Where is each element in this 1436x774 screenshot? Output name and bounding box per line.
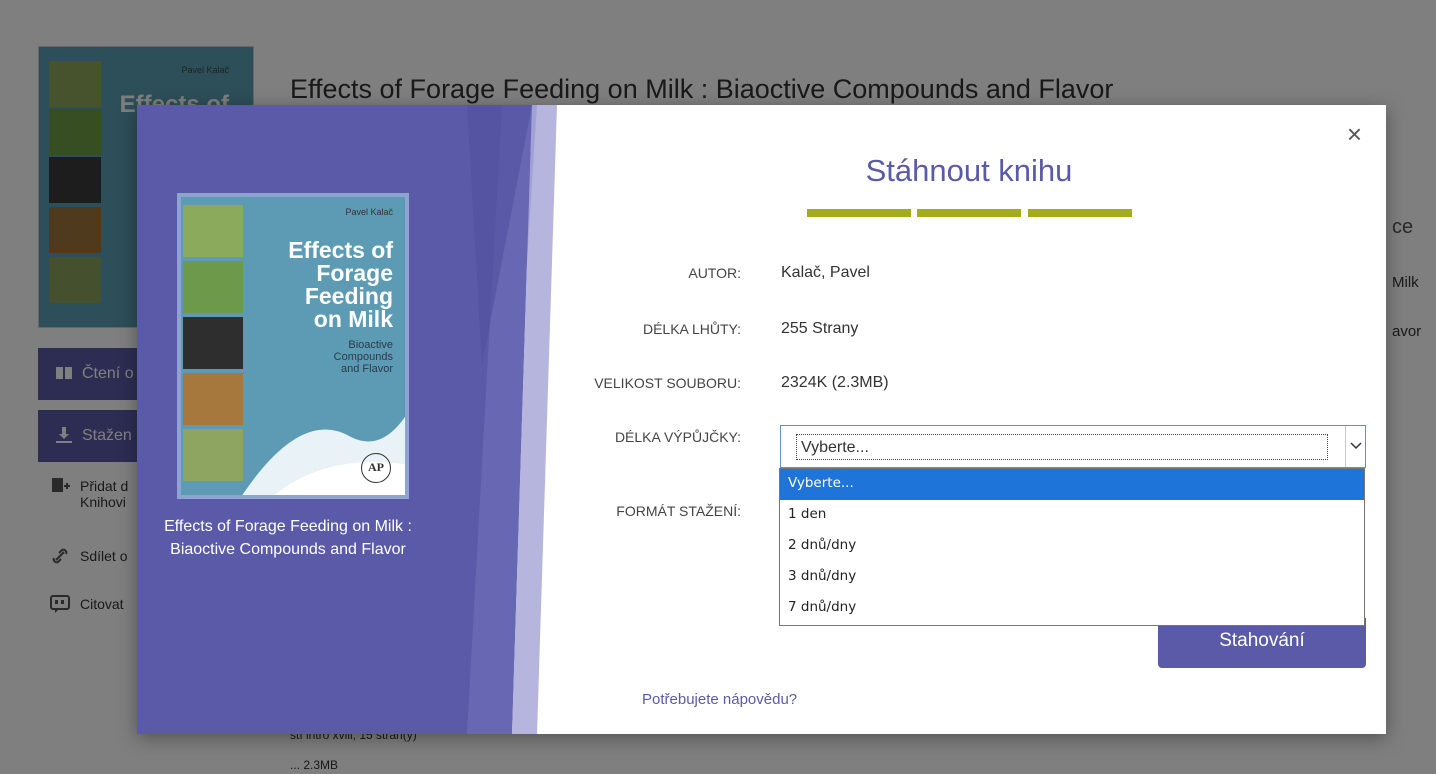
cover-subtitle: Bioactive Compounds and Flavor: [334, 339, 393, 375]
file-size-label: VELIKOST SOUBORU:: [594, 375, 741, 391]
cover-subtitle-line-2: Compounds: [333, 351, 393, 363]
cover-title-line-4: on Milk: [313, 306, 393, 332]
loan-option-3-days[interactable]: 3 dnů/dny: [780, 562, 1364, 593]
publisher-logo: AP: [361, 453, 391, 483]
chevron-down-icon: [1350, 442, 1362, 450]
author-label: AUTOR:: [688, 265, 741, 281]
cover-author: Pavel Kalač: [345, 207, 393, 217]
loan-option-2-days[interactable]: 2 dnů/dny: [780, 531, 1364, 562]
download-book-modal: Pavel Kalač Effects of Forage Feeding on…: [137, 105, 1386, 734]
author-value: Kalač, Pavel: [781, 264, 870, 281]
page-count-value: 255 Strany: [781, 320, 859, 337]
loan-option-1-day[interactable]: 1 den: [780, 500, 1364, 531]
dropdown-arrow[interactable]: [1345, 426, 1365, 467]
cover-subtitle-line-1: Bioactive: [348, 339, 393, 351]
loan-length-select[interactable]: Vyberte...: [780, 425, 1366, 468]
close-icon[interactable]: ×: [1347, 121, 1362, 147]
download-format-label: FORMÁT STAŽENÍ:: [616, 503, 741, 519]
loan-length-label: DÉLKA VÝPŮJČKY:: [614, 429, 741, 445]
cover-subtitle-line-3: and Flavor: [341, 363, 393, 375]
help-link[interactable]: Potřebujete nápovědu?: [642, 691, 797, 708]
cover-title: Effects of Forage Feeding on Milk: [288, 239, 393, 331]
book-cover-image: Pavel Kalač Effects of Forage Feeding on…: [177, 193, 409, 499]
loan-option-7-days[interactable]: 7 dnů/dny: [780, 593, 1364, 624]
file-size-value: 2324K (2.3MB): [781, 374, 889, 391]
loan-length-options: Vyberte... 1 den 2 dnů/dny 3 dnů/dny 7 d…: [779, 468, 1365, 626]
page-count-label: DÉLKA LHŮTY:: [642, 321, 741, 337]
modal-title: Stáhnout knihu: [865, 153, 1073, 188]
modal-book-panel: Pavel Kalač Effects of Forage Feeding on…: [137, 105, 557, 734]
loan-length-selected-value: Vyberte...: [796, 434, 1328, 460]
modal-book-title: Effects of Forage Feeding on Milk : Biao…: [164, 518, 412, 558]
loan-option-select[interactable]: Vyberte...: [780, 469, 1364, 500]
